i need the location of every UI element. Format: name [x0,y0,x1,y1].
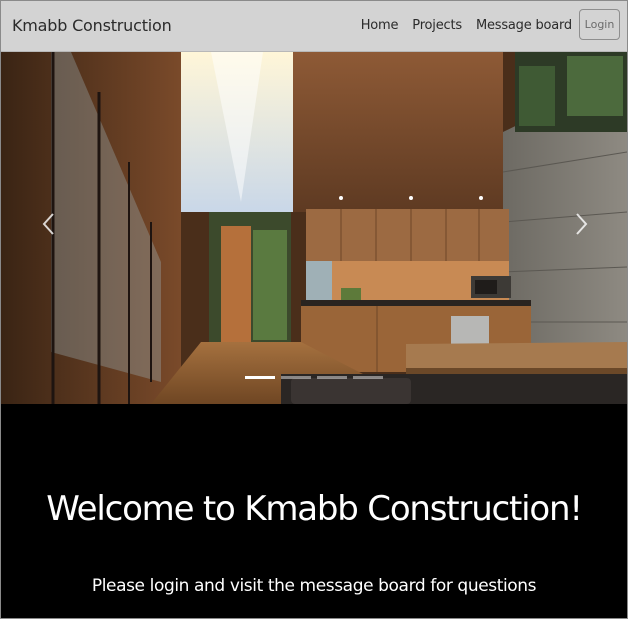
brand-logo-text[interactable]: Kmabb Construction [12,16,172,35]
chevron-right-icon [576,213,588,235]
navbar: Kmabb Construction Home Projects Message… [1,1,627,52]
carousel-indicators [245,376,383,379]
nav-link-projects[interactable]: Projects [412,18,462,33]
nav-links: Home Projects Message board [361,18,573,33]
chevron-left-icon [42,213,54,235]
hero-title: Welcome to Kmabb Construction! [46,489,583,529]
carousel-indicator-4[interactable] [353,376,383,379]
carousel-indicator-3[interactable] [317,376,347,379]
hero-subtitle: Please login and visit the message board… [91,576,537,596]
carousel-prev-button[interactable] [37,210,61,238]
carousel-indicator-1[interactable] [245,376,275,379]
carousel-indicator-2[interactable] [281,376,311,379]
page: Kmabb Construction Home Projects Message… [0,0,628,619]
carousel-slide-image [1,52,627,404]
carousel-next-button[interactable] [569,210,593,238]
nav-link-message-board[interactable]: Message board [476,18,572,33]
login-button[interactable]: Login [579,9,620,40]
nav-link-home[interactable]: Home [361,18,399,33]
hero-carousel [1,52,627,404]
